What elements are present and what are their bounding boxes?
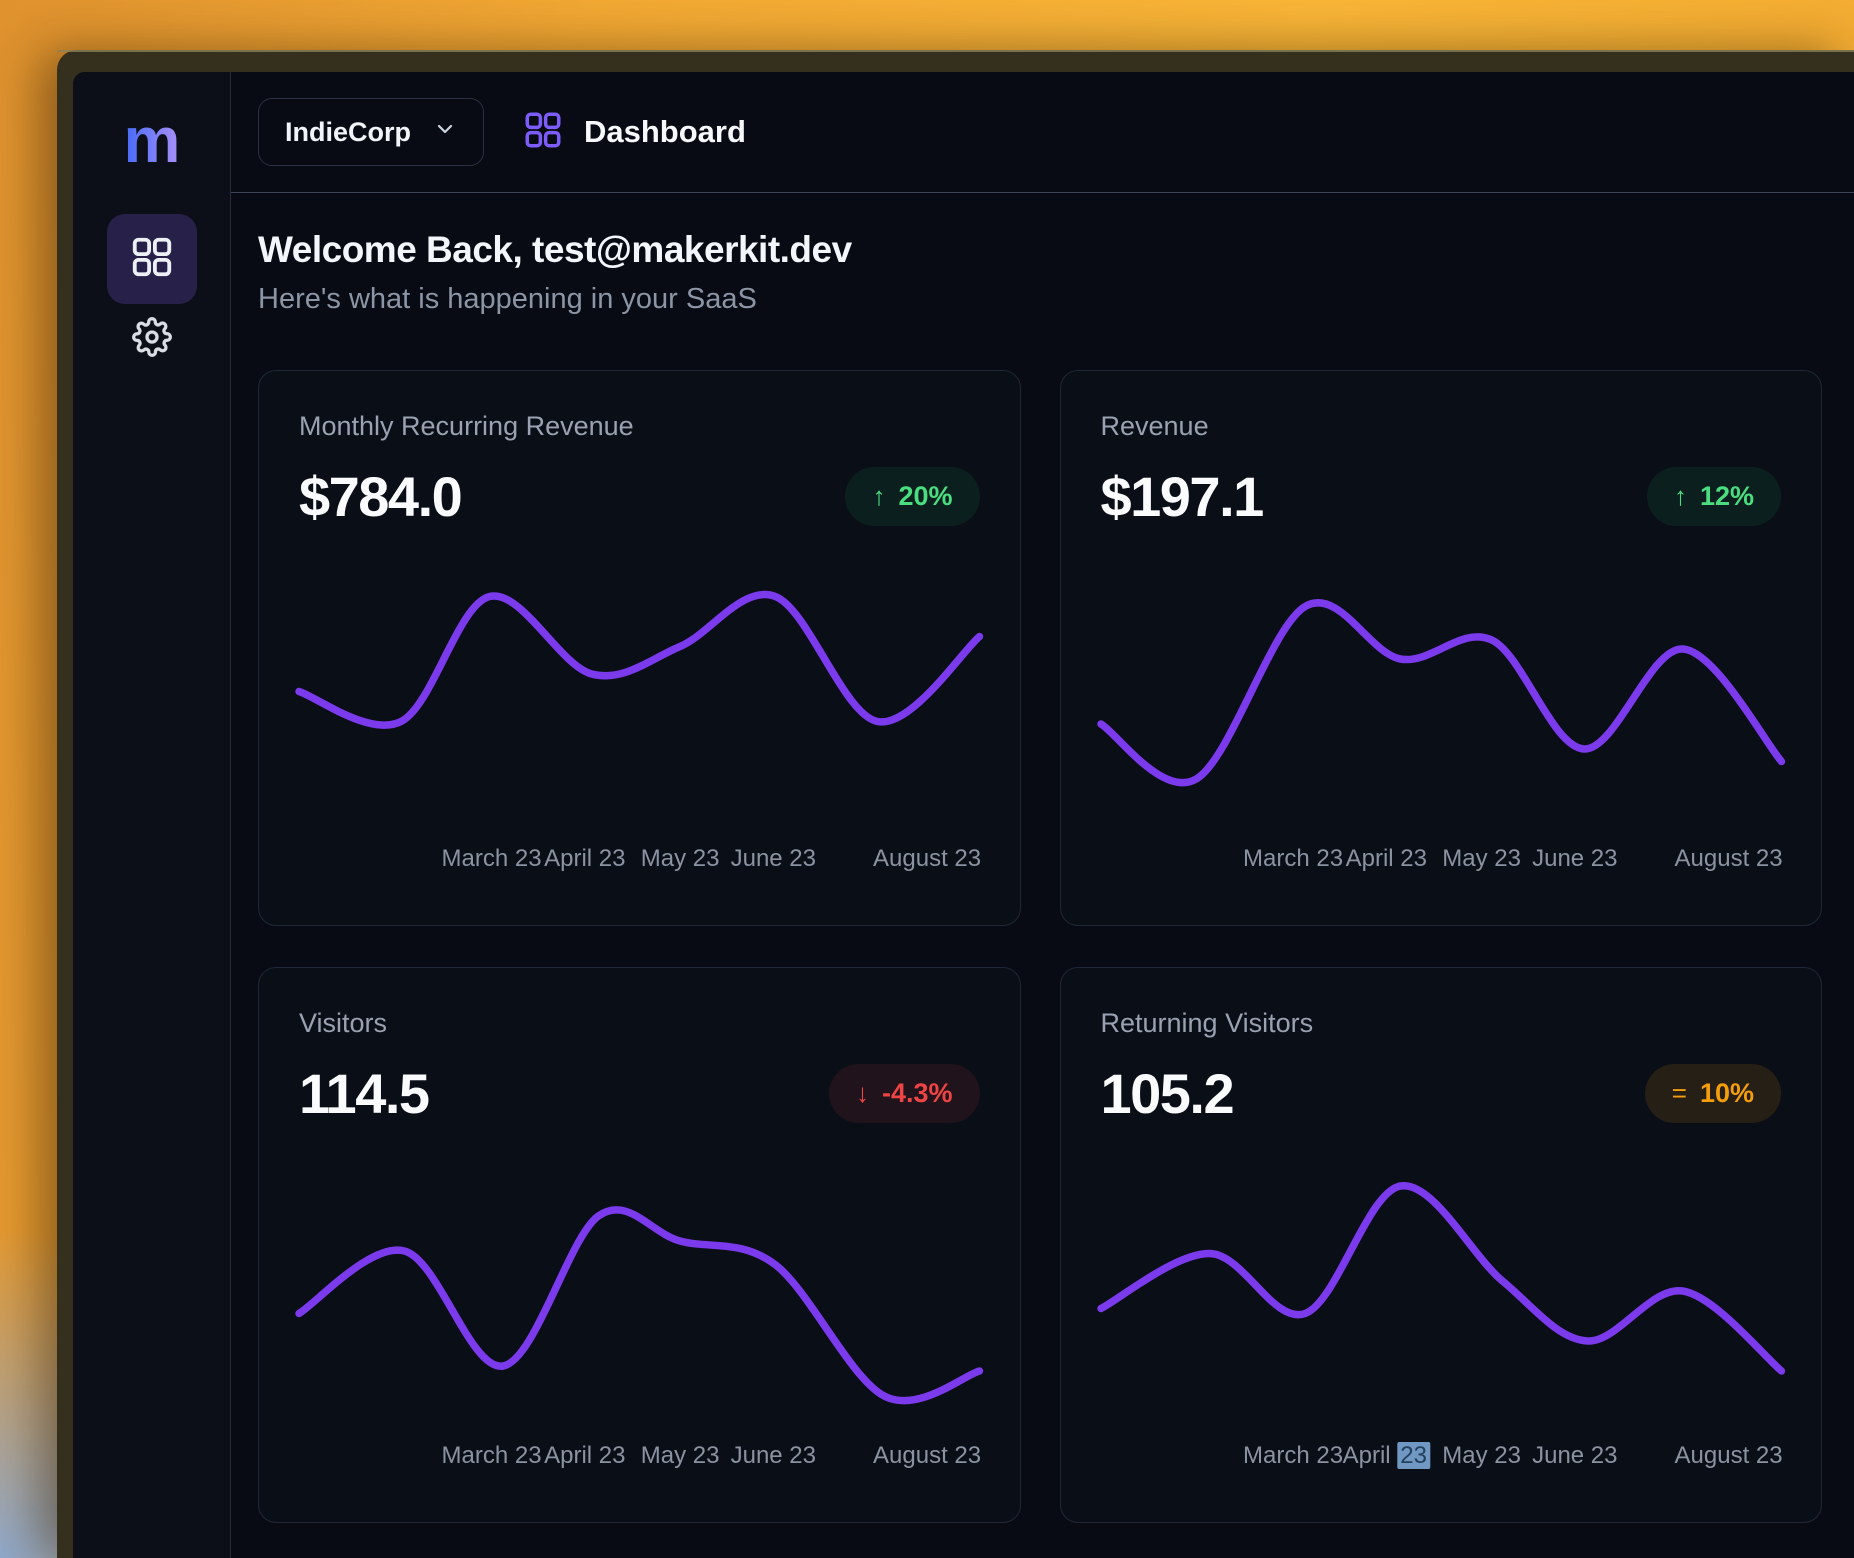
sparkline-chart: [1101, 579, 1782, 829]
x-axis-label: April 23: [1346, 845, 1427, 873]
sparkline-path: [1101, 1186, 1782, 1371]
trend-badge: ↑ 20%: [845, 467, 979, 526]
x-axis-label: June 23: [1532, 845, 1617, 873]
x-axis-label: April 23: [544, 1442, 625, 1470]
sparkline-chart: [299, 1176, 980, 1426]
app-window-body: m: [73, 72, 1854, 1558]
x-axis-label: March 23: [1243, 845, 1343, 873]
x-axis-labels: March 23April 23 May 23 June 23 August 23: [299, 1436, 980, 1476]
equals-icon: =: [1672, 1078, 1687, 1109]
card-title: Visitors: [299, 1008, 980, 1039]
card-value-row: $784.0 ↑ 20%: [299, 464, 980, 529]
sparkline-path: [299, 594, 980, 725]
x-axis-labels: March 23April 23 May 23 June 23 August 23: [1101, 1436, 1782, 1476]
arrow-up-icon: ↑: [872, 481, 885, 512]
card-value-row: 105.2 = 10%: [1101, 1061, 1782, 1126]
card-title: Returning Visitors: [1101, 1008, 1782, 1039]
x-axis-label: April 23: [1343, 1442, 1430, 1470]
sidebar-item-dashboard[interactable]: [107, 214, 197, 304]
x-axis-label: August 23: [1675, 1442, 1783, 1470]
stat-card-2: Revenue $197.1 ↑ 12% March 23April 23 May…: [1060, 370, 1823, 926]
trend-badge: ↓ -4.3%: [829, 1064, 980, 1123]
makerkit-logo: m: [124, 108, 180, 172]
card-value: 105.2: [1101, 1061, 1234, 1126]
sparkline-chart: [1101, 1176, 1782, 1426]
sparkline-path: [1101, 603, 1782, 783]
trend-value: 10%: [1700, 1078, 1754, 1109]
arrow-down-icon: ↓: [856, 1078, 869, 1109]
sparkline-chart: [299, 579, 980, 829]
team-selector-button[interactable]: IndieCorp: [258, 98, 484, 166]
trend-badge: ↑ 12%: [1647, 467, 1781, 526]
trend-value: 20%: [898, 481, 952, 512]
welcome-heading: Welcome Back, test@makerkit.dev: [258, 229, 1822, 271]
trend-badge: = 10%: [1645, 1064, 1781, 1123]
team-selector-label: IndieCorp: [285, 117, 411, 148]
stat-card-4: Returning Visitors 105.2 = 10% March 23A…: [1060, 967, 1823, 1523]
page-heading: Dashboard: [522, 109, 746, 156]
x-axis-label: April 23: [544, 845, 625, 873]
x-axis-label: May 23: [1442, 845, 1521, 873]
gear-icon: [132, 317, 172, 362]
trend-value: -4.3%: [882, 1078, 953, 1109]
x-axis-label: August 23: [873, 1442, 981, 1470]
stat-card-3: Visitors 114.5 ↓ -4.3% March 23April 23M…: [258, 967, 1021, 1523]
sparkline-path: [299, 1210, 980, 1401]
grid-icon: [522, 109, 564, 156]
card-title: Revenue: [1101, 411, 1782, 442]
app-window: m: [57, 50, 1854, 1558]
stat-cards-grid: Monthly Recurring Revenue $784.0 ↑ 20% M…: [258, 370, 1822, 1523]
welcome-subheading: Here's what is happening in your SaaS: [258, 283, 1822, 316]
x-axis-label: June 23: [1532, 1442, 1617, 1470]
sidebar: m: [73, 72, 231, 1558]
arrow-up-icon: ↑: [1674, 481, 1687, 512]
card-title: Monthly Recurring Revenue: [299, 411, 980, 442]
x-axis-label: March 23: [442, 845, 542, 873]
trend-value: 12%: [1700, 481, 1754, 512]
stat-card-1: Monthly Recurring Revenue $784.0 ↑ 20% M…: [258, 370, 1021, 926]
topbar: IndieCorp: [231, 72, 1854, 193]
x-axis-label: March 23: [1243, 1442, 1343, 1470]
content: Welcome Back, test@makerkit.dev Here's w…: [231, 193, 1854, 1523]
x-axis-label: August 23: [873, 845, 981, 873]
x-axis-label: May 23: [641, 845, 720, 873]
card-value: $197.1: [1101, 464, 1263, 529]
chevron-down-icon: [433, 117, 457, 148]
main-area: IndieCorp: [231, 72, 1854, 1558]
grid-icon: [129, 234, 175, 285]
x-axis-label: August 23: [1675, 845, 1783, 873]
x-axis-labels: March 23April 23 May 23 June 23 August 23: [299, 839, 980, 879]
card-value: 114.5: [299, 1061, 429, 1126]
x-axis-label: June 23: [731, 1442, 816, 1470]
selected-text: 23: [1397, 1442, 1430, 1469]
x-axis-labels: March 23April 23 May 23 June 23 August 23: [1101, 839, 1782, 879]
x-axis-label: May 23: [1442, 1442, 1521, 1470]
x-axis-label: March 23: [442, 1442, 542, 1470]
x-axis-label: May 23: [641, 1442, 720, 1470]
card-value-row: 114.5 ↓ -4.3%: [299, 1061, 980, 1126]
card-value: $784.0: [299, 464, 461, 529]
page-title: Dashboard: [584, 114, 746, 150]
card-value-row: $197.1 ↑ 12%: [1101, 464, 1782, 529]
sidebar-item-settings[interactable]: [113, 300, 191, 378]
x-axis-label: June 23: [731, 845, 816, 873]
